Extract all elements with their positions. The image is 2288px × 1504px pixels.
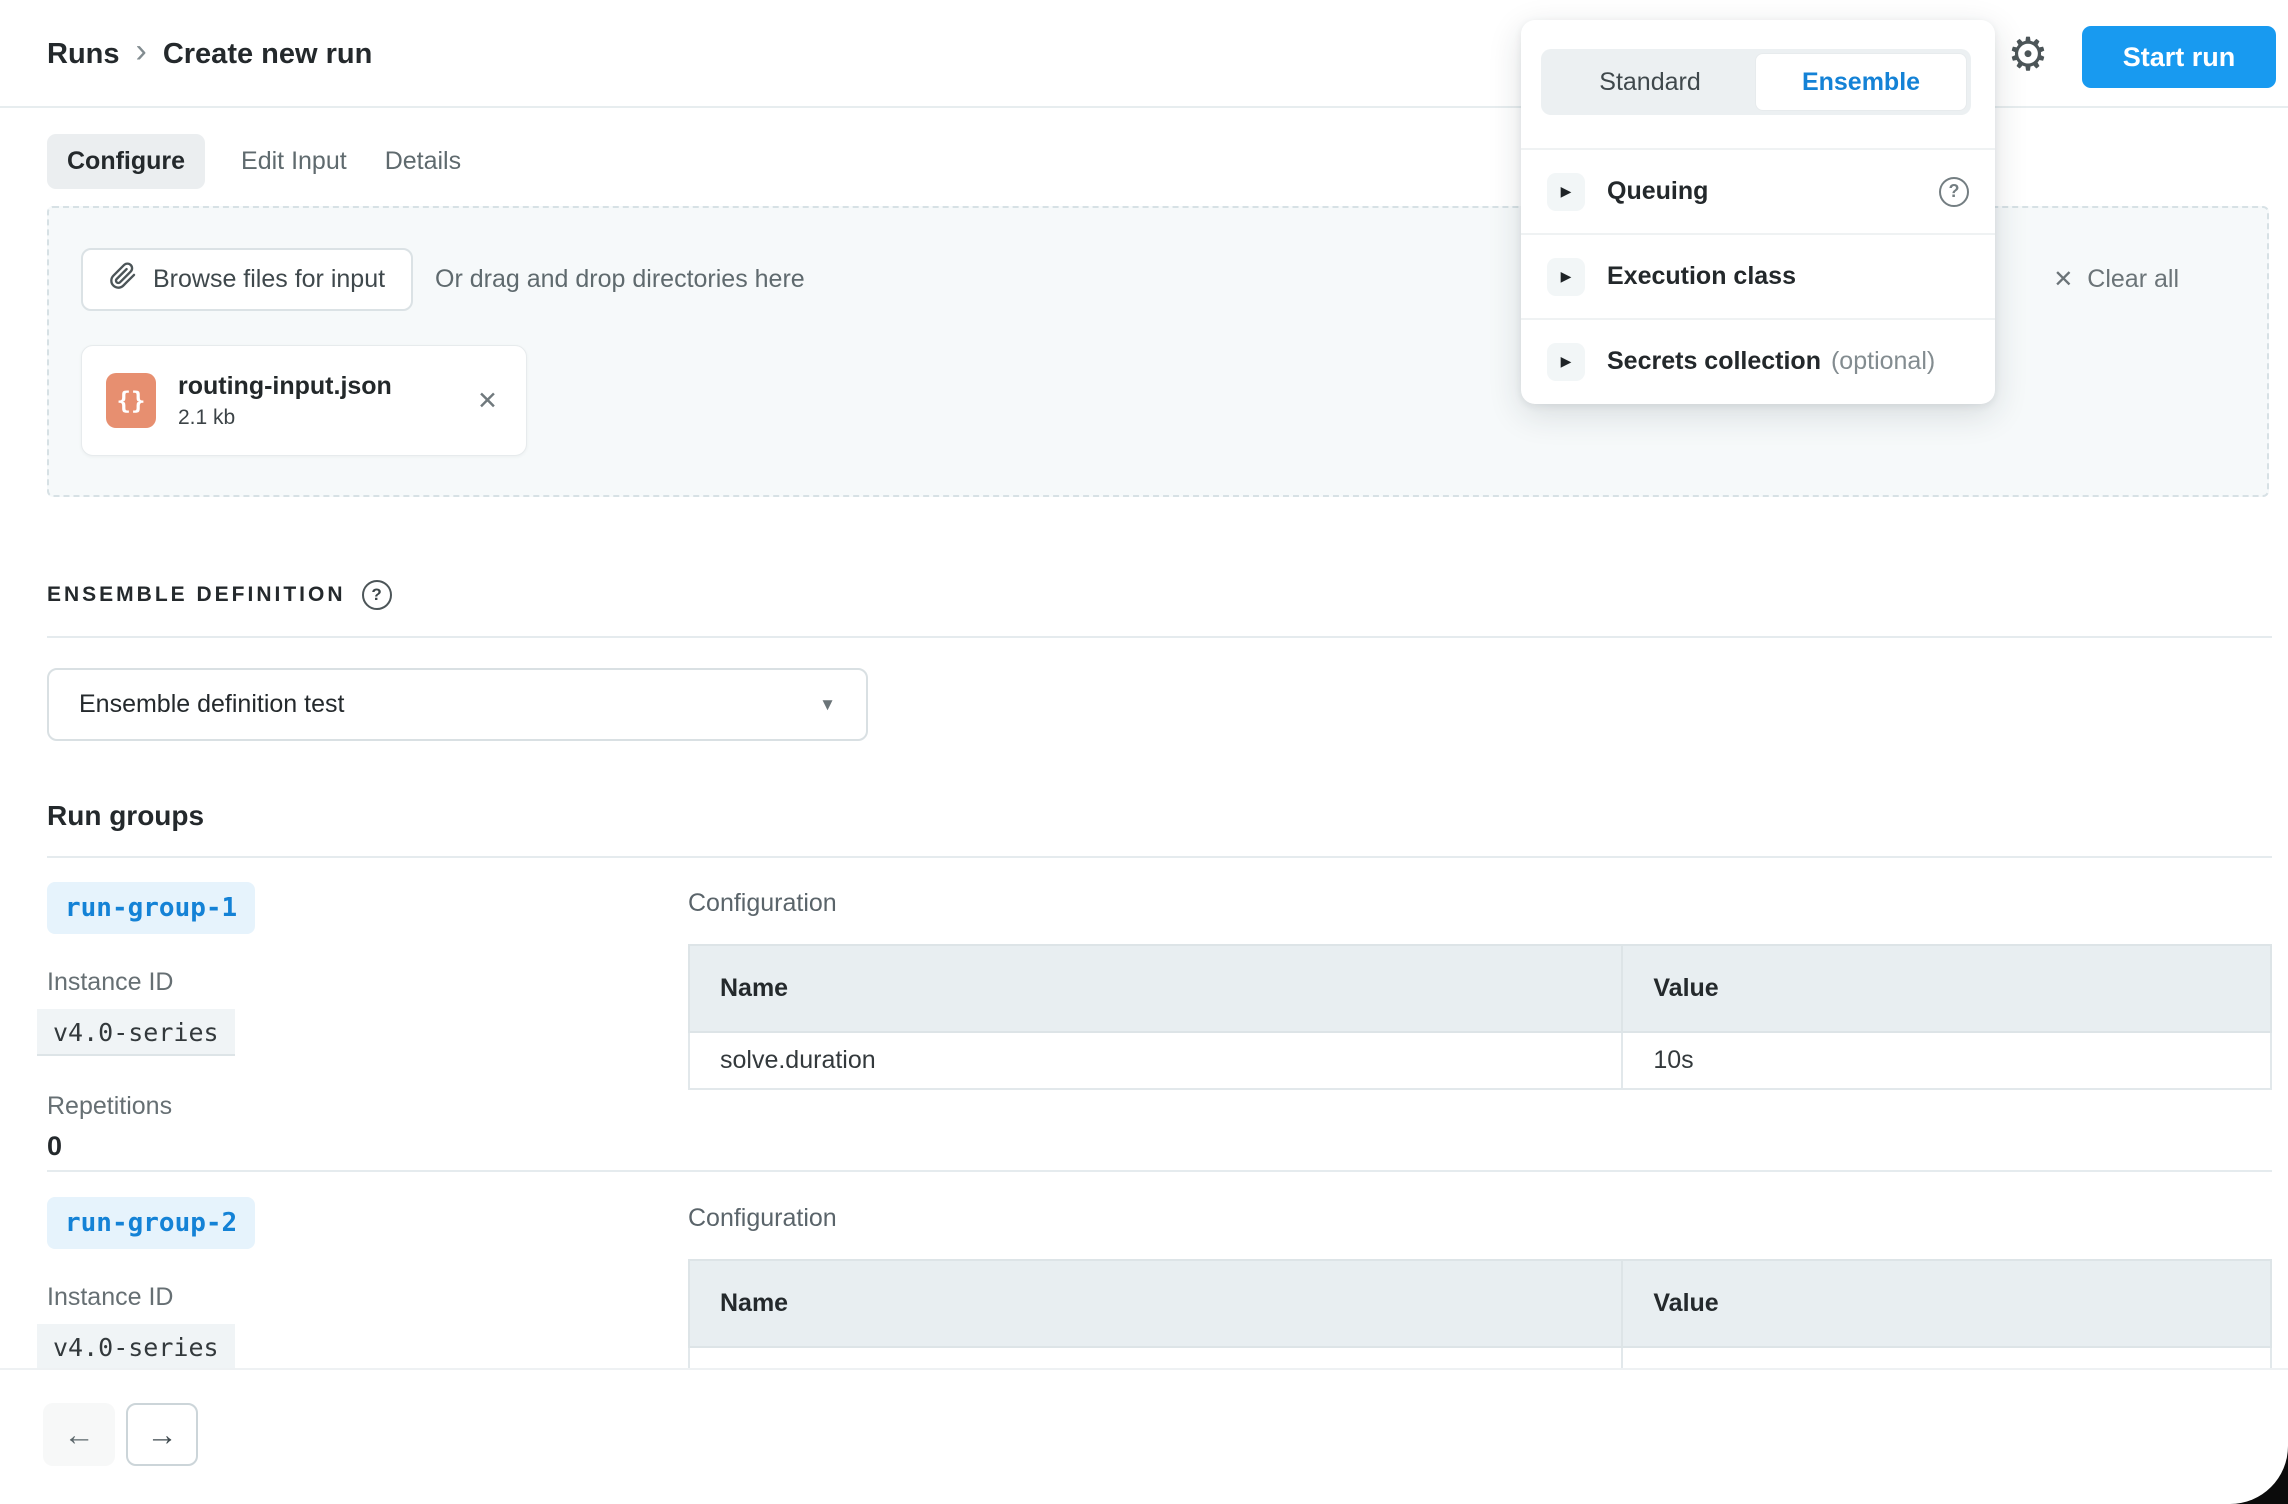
- table-row: solve.duration 10s: [689, 1032, 2271, 1089]
- run-group-2-block: run-group-2 Instance ID v4.0-series Conf…: [47, 1172, 2272, 1388]
- run-group-2-link[interactable]: run-group-2: [47, 1197, 255, 1249]
- table-header-row: Name Value: [689, 945, 2271, 1032]
- run-type-popover: Standard Ensemble ▶ Queuing ? ▶ Executio…: [1521, 20, 1995, 404]
- json-file-icon: {}: [106, 373, 156, 428]
- instance-id-value[interactable]: v4.0-series: [37, 1324, 235, 1371]
- arrow-right-icon: →: [147, 1417, 178, 1453]
- popover-sections: ▶ Queuing ? ▶ Execution class ▶ Secrets …: [1521, 148, 1995, 403]
- breadcrumb: Runs › Create new run: [47, 34, 372, 74]
- run-group-1-link[interactable]: run-group-1: [47, 882, 255, 934]
- page-title: Create new run: [163, 38, 373, 71]
- section-execution-class: ▶ Execution class: [1521, 233, 1995, 318]
- run-type-option-ensemble[interactable]: Ensemble: [1755, 53, 1967, 111]
- file-meta: routing-input.json 2.1 kb: [178, 372, 392, 430]
- ensemble-definition-header: ENSEMBLE DEFINITION ?: [47, 580, 392, 610]
- tab-details[interactable]: Details: [383, 134, 463, 189]
- ensemble-definition-selected-value: Ensemble definition test: [79, 690, 344, 719]
- screen-corner-artifact: [2222, 1426, 2288, 1504]
- browse-files-label: Browse files for input: [153, 265, 385, 294]
- secrets-collection-optional: (optional): [1831, 347, 1935, 376]
- configuration-label: Configuration: [688, 1204, 2272, 1233]
- instance-id-label: Instance ID: [47, 1283, 688, 1312]
- chevron-down-icon: ▼: [819, 695, 836, 715]
- clear-all-x-icon: ✕: [2053, 265, 2073, 294]
- queuing-label: Queuing: [1607, 177, 1708, 206]
- previous-page-button[interactable]: ←: [43, 1403, 115, 1466]
- value-column-header: Value: [1622, 1260, 2271, 1347]
- run-group-2-left-col: run-group-2 Instance ID v4.0-series: [47, 1172, 688, 1388]
- tab-configure[interactable]: Configure: [47, 134, 205, 189]
- run-group-1-left-col: run-group-1 Instance ID v4.0-series Repe…: [47, 857, 688, 1162]
- ensemble-definition-help-icon[interactable]: ?: [362, 580, 392, 610]
- remove-file-icon[interactable]: ✕: [473, 382, 502, 420]
- caret-right-icon: ▶: [1561, 183, 1572, 200]
- paperclip-icon: [109, 262, 137, 297]
- drag-drop-hint: Or drag and drop directories here: [435, 265, 805, 294]
- run-type-option-standard[interactable]: Standard: [1545, 53, 1755, 111]
- section-secrets-collection: ▶ Secrets collection (optional): [1521, 318, 1995, 403]
- settings-gear-icon[interactable]: ⚙: [2000, 26, 2056, 82]
- create-new-run-page: Runs › Create new run ⚙ Start run Config…: [0, 0, 2288, 1504]
- ensemble-definition-select[interactable]: Ensemble definition test ▼: [47, 668, 868, 741]
- section-divider: [47, 636, 2272, 638]
- repetitions-value: 0: [47, 1131, 688, 1162]
- run-groups-title: Run groups: [47, 800, 204, 832]
- section-queuing: ▶ Queuing ?: [1521, 148, 1995, 233]
- browse-files-button[interactable]: Browse files for input: [81, 248, 413, 311]
- run-type-segmented-control: Standard Ensemble: [1541, 49, 1971, 115]
- name-column-header: Name: [689, 945, 1622, 1032]
- instance-id-value[interactable]: v4.0-series: [37, 1009, 235, 1056]
- ensemble-definition-title: ENSEMBLE DEFINITION: [47, 583, 346, 607]
- secrets-collection-label: Secrets collection: [1607, 347, 1821, 376]
- repetitions-label: Repetitions: [47, 1092, 688, 1121]
- chevron-right-icon: ›: [136, 34, 147, 74]
- arrow-left-icon: ←: [64, 1417, 95, 1453]
- secrets-collection-expand-button[interactable]: ▶: [1547, 343, 1585, 381]
- configuration-table: Name Value solve.duration 10s: [688, 944, 2272, 1090]
- tab-edit-input[interactable]: Edit Input: [239, 134, 349, 189]
- clear-all-button[interactable]: ✕ Clear all: [2053, 265, 2179, 294]
- instance-id-label: Instance ID: [47, 968, 688, 997]
- run-group-2-right-col: Configuration Name Value: [688, 1172, 2272, 1388]
- value-column-header: Value: [1622, 945, 2271, 1032]
- pagination-footer: ← →: [0, 1368, 2288, 1504]
- queuing-help-icon[interactable]: ?: [1939, 177, 1969, 207]
- file-name: routing-input.json: [178, 372, 392, 401]
- file-size: 2.1 kb: [178, 406, 392, 430]
- name-column-header: Name: [689, 1260, 1622, 1347]
- clear-all-label: Clear all: [2087, 265, 2179, 294]
- table-header-row: Name Value: [689, 1260, 2271, 1347]
- caret-right-icon: ▶: [1561, 268, 1572, 285]
- config-value-cell: 10s: [1622, 1032, 2271, 1089]
- tab-bar: Configure Edit Input Details: [47, 134, 463, 189]
- queuing-expand-button[interactable]: ▶: [1547, 173, 1585, 211]
- configuration-label: Configuration: [688, 889, 2272, 918]
- config-name-cell: solve.duration: [689, 1032, 1622, 1089]
- execution-class-label: Execution class: [1607, 262, 1796, 291]
- breadcrumb-runs-link[interactable]: Runs: [47, 38, 120, 71]
- run-group-1-right-col: Configuration Name Value solve.duration …: [688, 857, 2272, 1162]
- next-page-button[interactable]: →: [126, 1403, 198, 1466]
- run-group-1-block: run-group-1 Instance ID v4.0-series Repe…: [47, 857, 2272, 1162]
- caret-right-icon: ▶: [1561, 353, 1572, 370]
- execution-class-expand-button[interactable]: ▶: [1547, 258, 1585, 296]
- start-run-button[interactable]: Start run: [2082, 26, 2276, 88]
- uploaded-file-card: {} routing-input.json 2.1 kb ✕: [81, 345, 527, 456]
